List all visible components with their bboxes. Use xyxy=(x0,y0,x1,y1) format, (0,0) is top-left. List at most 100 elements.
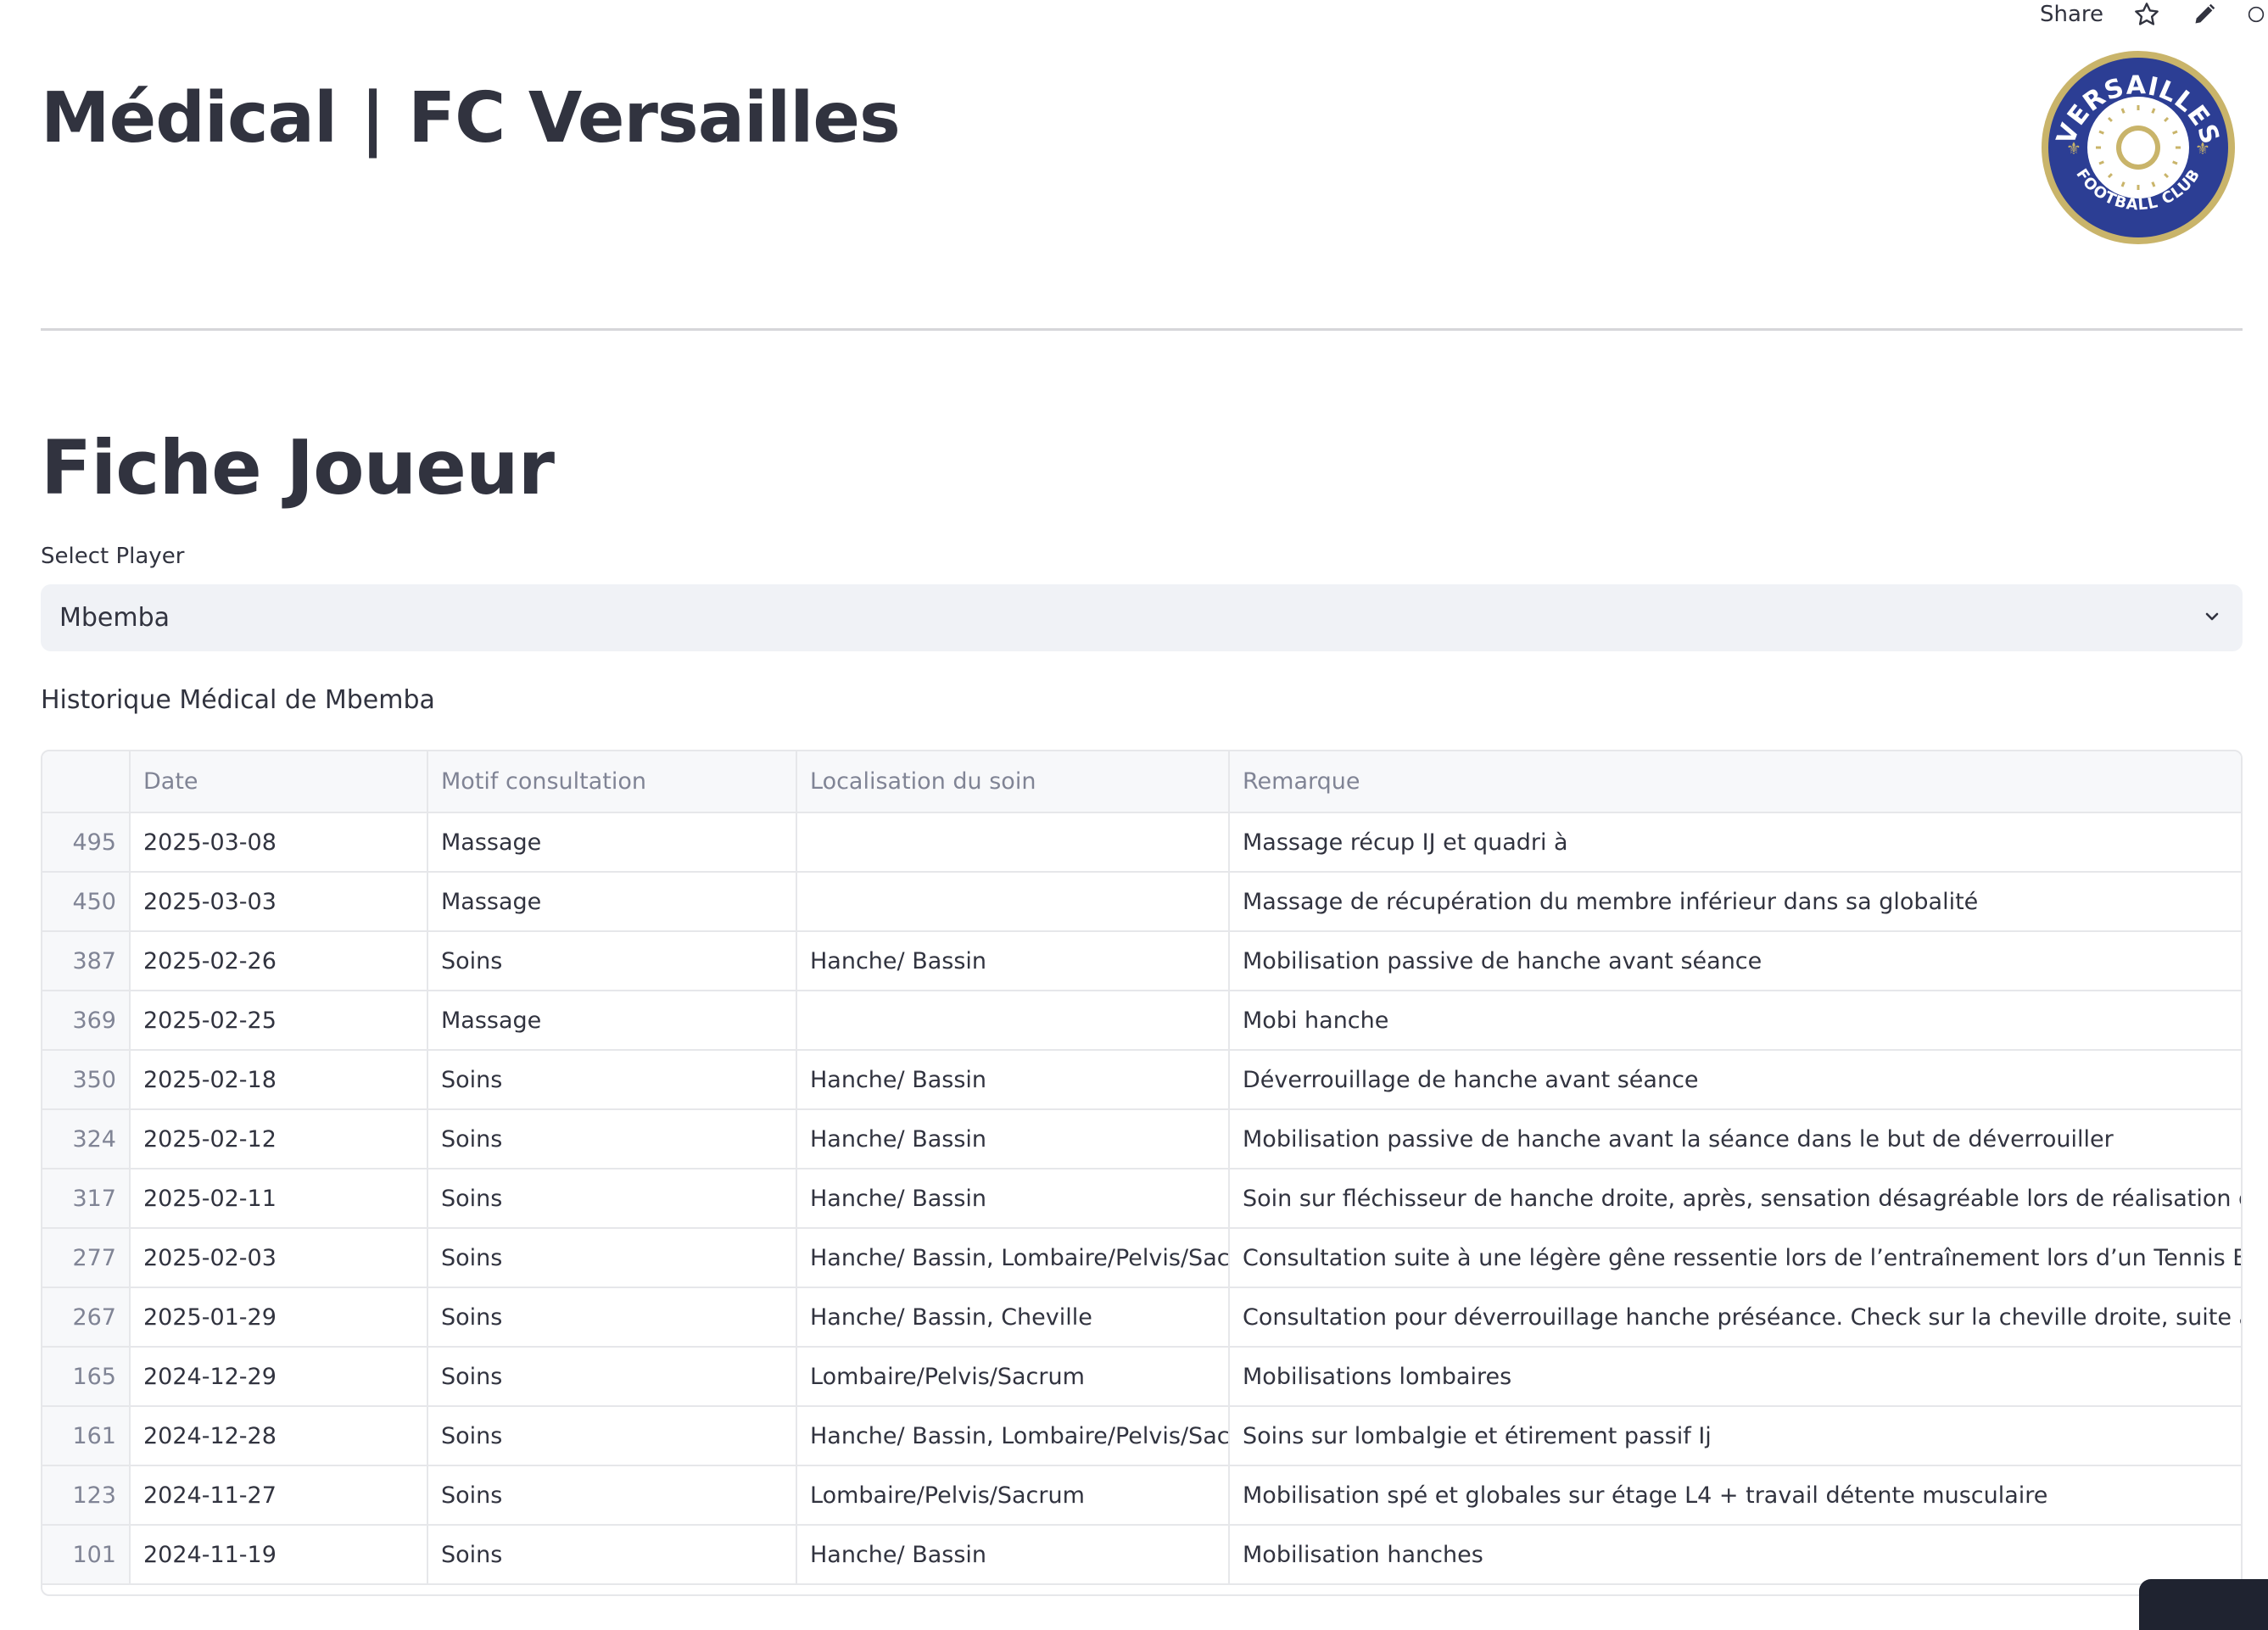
row-index[interactable]: 450 xyxy=(42,872,131,932)
row-index[interactable]: 324 xyxy=(42,1109,131,1169)
cell-remarque[interactable]: Mobilisation spé et globales sur étage L… xyxy=(1229,1465,2241,1526)
cell-localisation[interactable]: Hanche/ Bassin, Lombaire/Pelvis/Sacrum, xyxy=(796,1406,1230,1466)
cell-localisation[interactable]: Lombaire/Pelvis/Sacrum xyxy=(796,1465,1230,1526)
cell-motif[interactable]: Soins xyxy=(427,1406,797,1466)
table-row[interactable]: 123 2024-11-27 Soins Lombaire/Pelvis/Sacrum… xyxy=(42,1465,2241,1526)
cell-date[interactable]: 2024-11-27 xyxy=(130,1465,428,1526)
cell-date[interactable]: 2025-02-12 xyxy=(130,1109,428,1169)
club-logo: VERSAILLES FOOTBALL CLUB ⚜ ⚜ xyxy=(2036,49,2241,247)
table-row[interactable]: 369 2025-02-25 Massage Mobi hanche xyxy=(42,991,2241,1051)
cell-remarque[interactable]: Déverrouillage de hanche avant séance xyxy=(1229,1050,2241,1110)
cell-motif[interactable]: Massage xyxy=(427,872,797,932)
cell-localisation[interactable]: Hanche/ Bassin, Cheville xyxy=(796,1287,1230,1348)
cell-motif[interactable]: Soins xyxy=(427,931,797,991)
cell-localisation[interactable]: Hanche/ Bassin xyxy=(796,1109,1230,1169)
cell-remarque[interactable]: Consultation pour déverrouillage hanche … xyxy=(1229,1287,2241,1348)
table-row[interactable]: 267 2025-01-29 Soins Hanche/ Bassin, Chevil… xyxy=(42,1287,2241,1348)
table-row[interactable]: 495 2025-03-08 Massage Massage récup IJ et … xyxy=(42,812,2241,873)
cell-localisation[interactable]: Hanche/ Bassin xyxy=(796,1525,1230,1585)
row-index[interactable]: 161 xyxy=(42,1406,131,1466)
table-row[interactable]: 317 2025-02-11 Soins Hanche/ Bassin Soin sur… xyxy=(42,1169,2241,1229)
table-row[interactable]: 324 2025-02-12 Soins Hanche/ Bassin Mobilisa… xyxy=(42,1109,2241,1169)
cell-date[interactable]: 2025-03-03 xyxy=(130,872,428,932)
table-row[interactable]: 277 2025-02-03 Soins Hanche/ Bassin, Lombai… xyxy=(42,1228,2241,1288)
cell-motif[interactable]: Soins xyxy=(427,1287,797,1348)
page-title: Médical | FC Versailles xyxy=(41,78,901,159)
cell-date[interactable]: 2024-12-28 xyxy=(130,1406,428,1466)
github-icon[interactable] xyxy=(2248,0,2265,29)
cell-date[interactable]: 2025-02-26 xyxy=(130,931,428,991)
row-index[interactable]: 350 xyxy=(42,1050,131,1110)
cell-remarque[interactable]: Massage récup IJ et quadri à xyxy=(1229,812,2241,873)
player-select-value: Mbemba xyxy=(59,603,170,633)
table-row[interactable]: 165 2024-12-29 Soins Lombaire/Pelvis/Sacrum… xyxy=(42,1347,2241,1407)
status-widget[interactable] xyxy=(2139,1579,2268,1630)
cell-localisation[interactable]: Hanche/ Bassin xyxy=(796,1050,1230,1110)
cell-localisation[interactable] xyxy=(796,812,1230,873)
cell-date[interactable]: 2025-01-29 xyxy=(130,1287,428,1348)
cell-date[interactable]: 2025-02-18 xyxy=(130,1050,428,1110)
divider xyxy=(41,328,2243,331)
pencil-icon[interactable] xyxy=(2190,0,2219,29)
cell-motif[interactable]: Massage xyxy=(427,812,797,873)
row-index[interactable]: 277 xyxy=(42,1228,131,1288)
cell-remarque[interactable]: Mobilisation passive de hanche avant la … xyxy=(1229,1109,2241,1169)
cell-localisation[interactable]: Hanche/ Bassin, Lombaire/Pelvis/Sacrum xyxy=(796,1228,1230,1288)
row-index[interactable]: 101 xyxy=(42,1525,131,1585)
row-index[interactable]: 165 xyxy=(42,1347,131,1407)
row-index[interactable]: 267 xyxy=(42,1287,131,1348)
history-caption: Historique Médical de Mbemba xyxy=(41,685,435,715)
cell-localisation[interactable]: Lombaire/Pelvis/Sacrum xyxy=(796,1347,1230,1407)
chevron-down-icon xyxy=(2202,606,2222,630)
cell-localisation[interactable]: Hanche/ Bassin xyxy=(796,1169,1230,1229)
column-header-date[interactable]: Date xyxy=(130,751,428,813)
row-index[interactable]: 369 xyxy=(42,991,131,1051)
column-header-motif[interactable]: Motif consultation xyxy=(427,751,797,813)
toolbar: Share xyxy=(2040,0,2268,29)
cell-remarque[interactable]: Consultation suite à une légère gêne res… xyxy=(1229,1228,2241,1288)
column-header-index[interactable] xyxy=(42,751,131,813)
cell-localisation[interactable]: Hanche/ Bassin xyxy=(796,931,1230,991)
select-player-label: Select Player xyxy=(41,544,185,569)
table-row[interactable]: 450 2025-03-03 Massage Massage de récupérat… xyxy=(42,872,2241,932)
svg-text:⚜: ⚜ xyxy=(2195,138,2210,159)
cell-motif[interactable]: Soins xyxy=(427,1109,797,1169)
cell-motif[interactable]: Soins xyxy=(427,1169,797,1229)
column-header-remarque[interactable]: Remarque xyxy=(1229,751,2241,813)
cell-remarque[interactable]: Mobilisations lombaires xyxy=(1229,1347,2241,1407)
cell-motif[interactable]: Soins xyxy=(427,1525,797,1585)
cell-remarque[interactable]: Mobilisation passive de hanche avant séa… xyxy=(1229,931,2241,991)
cell-remarque[interactable]: Massage de récupération du membre inféri… xyxy=(1229,872,2241,932)
table-header-row: Date Motif consultation Localisation du … xyxy=(42,751,2241,813)
star-icon[interactable] xyxy=(2132,0,2161,29)
cell-localisation[interactable] xyxy=(796,872,1230,932)
cell-date[interactable]: 2025-02-11 xyxy=(130,1169,428,1229)
cell-remarque[interactable]: Mobilisation hanches xyxy=(1229,1525,2241,1585)
cell-motif[interactable]: Massage xyxy=(427,991,797,1051)
medical-history-table[interactable]: Date Motif consultation Localisation du … xyxy=(41,750,2243,1596)
row-index[interactable]: 123 xyxy=(42,1465,131,1526)
cell-motif[interactable]: Soins xyxy=(427,1228,797,1288)
player-select[interactable]: Mbemba xyxy=(41,584,2243,651)
cell-remarque[interactable]: Mobi hanche xyxy=(1229,991,2241,1051)
table-row[interactable]: 101 2024-11-19 Soins Hanche/ Bassin Mobilisa… xyxy=(42,1525,2241,1585)
table-row[interactable]: 387 2025-02-26 Soins Hanche/ Bassin Mobilisa… xyxy=(42,931,2241,991)
row-index[interactable]: 317 xyxy=(42,1169,131,1229)
cell-motif[interactable]: Soins xyxy=(427,1050,797,1110)
cell-date[interactable]: 2024-11-19 xyxy=(130,1525,428,1585)
cell-date[interactable]: 2025-02-03 xyxy=(130,1228,428,1288)
cell-date[interactable]: 2025-03-08 xyxy=(130,812,428,873)
table-row[interactable]: 161 2024-12-28 Soins Hanche/ Bassin, Lombai… xyxy=(42,1406,2241,1466)
row-index[interactable]: 387 xyxy=(42,931,131,991)
cell-remarque[interactable]: Soins sur lombalgie et étirement passif … xyxy=(1229,1406,2241,1466)
cell-motif[interactable]: Soins xyxy=(427,1347,797,1407)
share-button[interactable]: Share xyxy=(2040,2,2103,27)
cell-motif[interactable]: Soins xyxy=(427,1465,797,1526)
table-row[interactable]: 350 2025-02-18 Soins Hanche/ Bassin Déverrou… xyxy=(42,1050,2241,1110)
cell-date[interactable]: 2025-02-25 xyxy=(130,991,428,1051)
column-header-localisation[interactable]: Localisation du soin xyxy=(796,751,1230,813)
row-index[interactable]: 495 xyxy=(42,812,131,873)
cell-localisation[interactable] xyxy=(796,991,1230,1051)
cell-remarque[interactable]: Soin sur fléchisseur de hanche droite, a… xyxy=(1229,1169,2241,1229)
cell-date[interactable]: 2024-12-29 xyxy=(130,1347,428,1407)
